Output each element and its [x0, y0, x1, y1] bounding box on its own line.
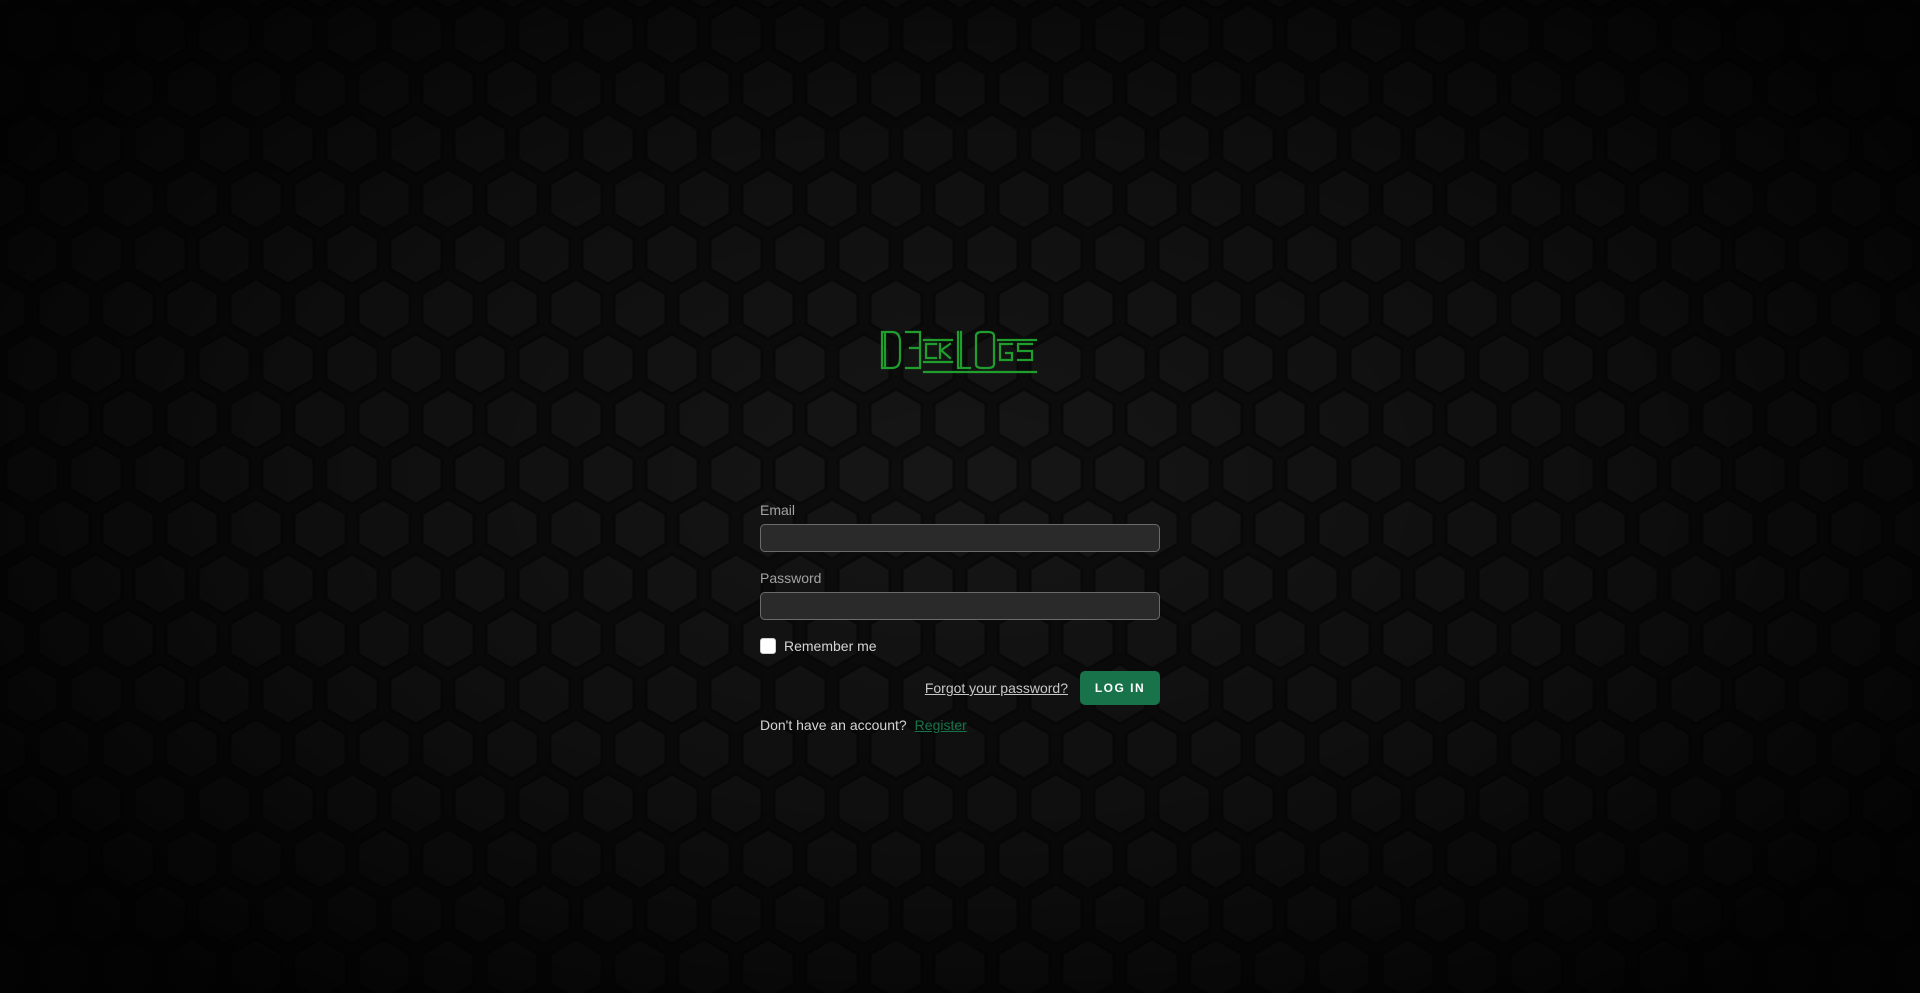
register-link[interactable]: Register: [915, 717, 967, 733]
password-label: Password: [760, 570, 822, 586]
remember-me-label[interactable]: Remember me: [784, 638, 877, 654]
email-input[interactable]: [760, 524, 1160, 552]
password-input[interactable]: [760, 592, 1160, 620]
remember-me-checkbox[interactable]: [760, 638, 776, 654]
password-field-group: Password: [760, 568, 1160, 620]
email-label: Email: [760, 502, 796, 518]
no-account-text: Don't have an account?: [760, 717, 907, 733]
login-button[interactable]: LOG IN: [1080, 671, 1160, 705]
forgot-password-link[interactable]: Forgot your password?: [925, 680, 1068, 696]
register-row: Don't have an account? Register: [760, 717, 1160, 733]
form-actions: Forgot your password? LOG IN: [760, 671, 1160, 705]
login-form: Email Password Remember me Forgot your p…: [760, 500, 1160, 733]
remember-me-row: Remember me: [760, 636, 1160, 656]
login-page: Email Password Remember me Forgot your p…: [0, 0, 1920, 993]
d3cklogs-logo: [880, 330, 1038, 374]
hexagon-pattern-background: [0, 0, 1920, 993]
email-field-group: Email: [760, 500, 1160, 552]
